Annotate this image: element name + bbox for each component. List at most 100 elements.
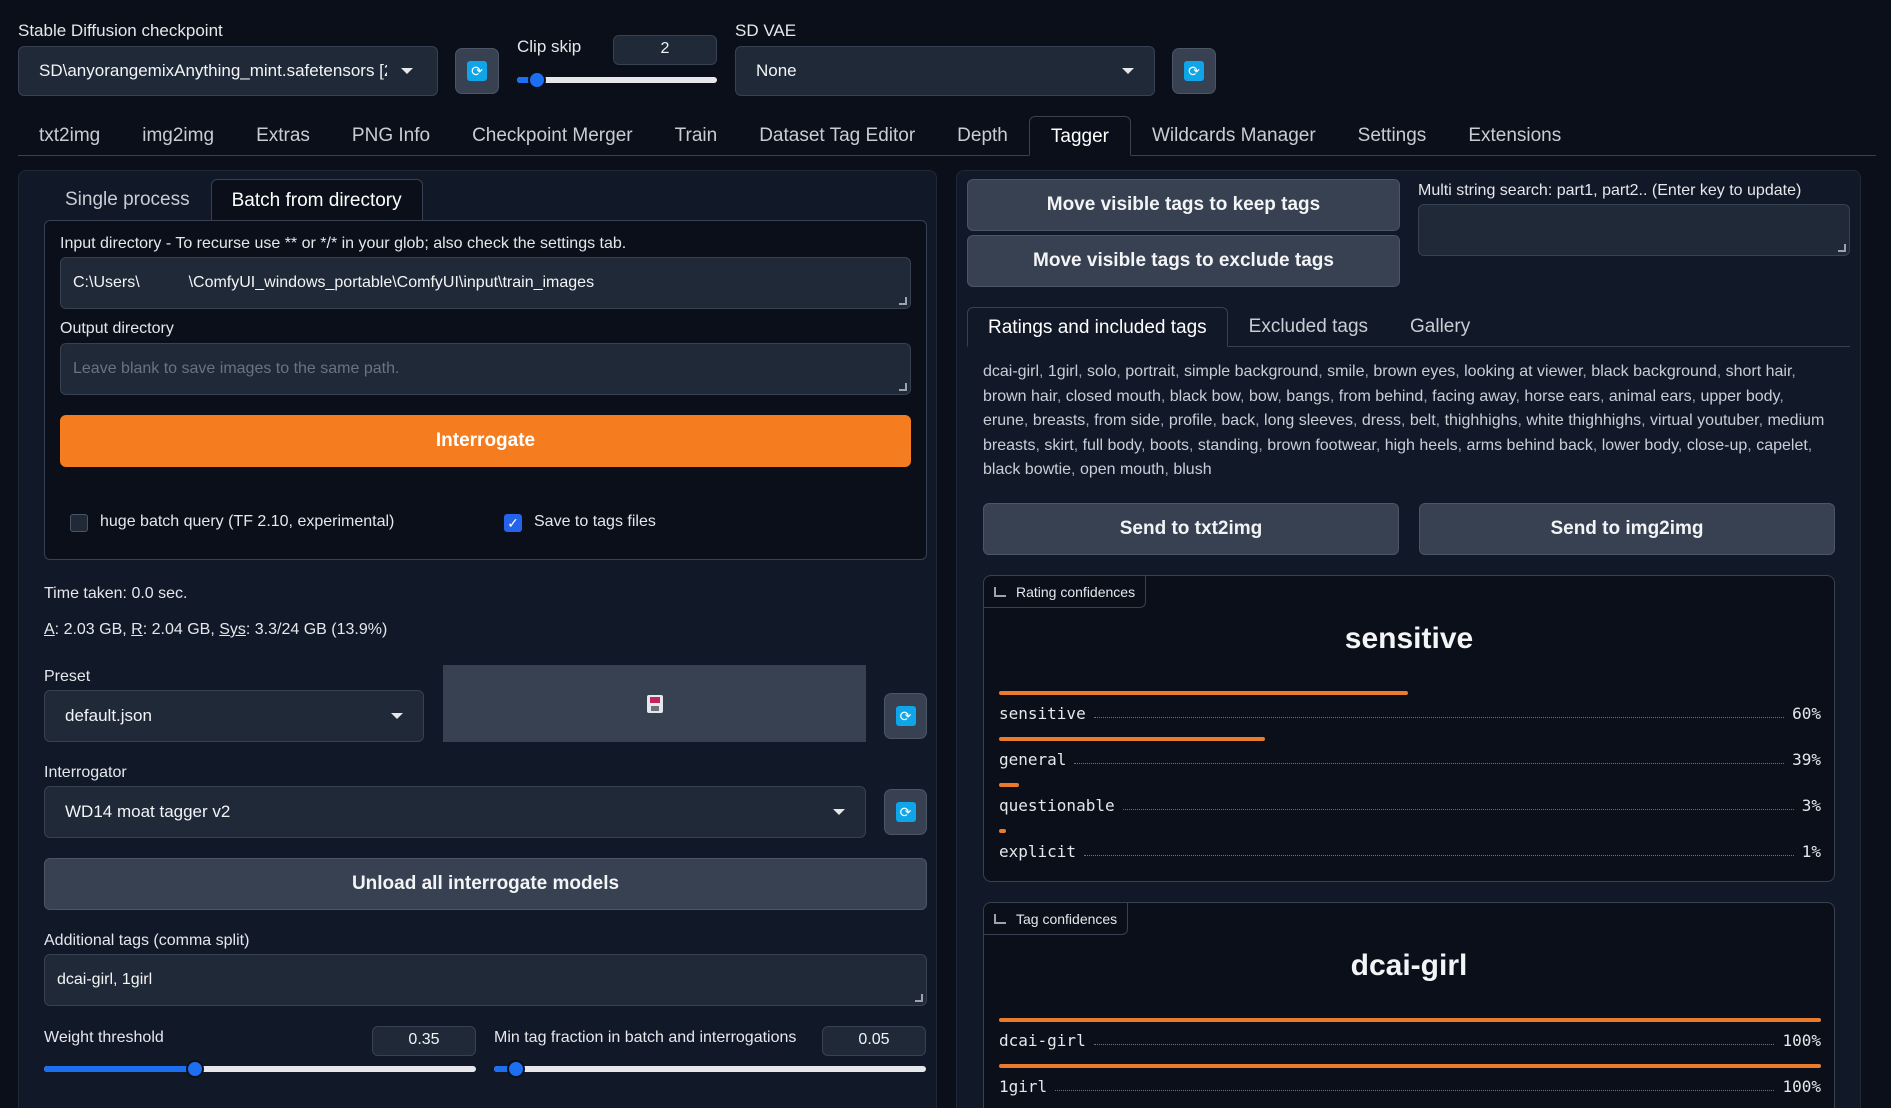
tag-item[interactable]: virtual youtuber	[1650, 412, 1759, 429]
weight-threshold-slider[interactable]	[44, 1060, 476, 1078]
tab-depth[interactable]: Depth	[936, 125, 1029, 147]
tag-item[interactable]: capelet	[1756, 437, 1808, 454]
tab-extras[interactable]: Extras	[235, 125, 331, 147]
tag-item[interactable]: black bow	[1170, 388, 1240, 405]
exclude-tags-button[interactable]: Move visible tags to exclude tags	[967, 235, 1400, 287]
tag-item[interactable]: profile	[1169, 412, 1213, 429]
tab-extensions[interactable]: Extensions	[1447, 125, 1582, 147]
tab-wildcards-manager[interactable]: Wildcards Manager	[1131, 125, 1337, 147]
save-preset-button[interactable]	[443, 665, 866, 742]
clip-skip-input[interactable]: 2	[613, 35, 717, 65]
tab-tagger[interactable]: Tagger	[1028, 116, 1131, 156]
tag-item[interactable]: brown footwear	[1267, 437, 1376, 454]
preset-refresh-button[interactable]: ⟳	[884, 693, 927, 739]
send-img2img-button[interactable]: Send to img2img	[1419, 503, 1835, 555]
input-dir-field[interactable]: C:\Users\ \ComfyUI_windows_portable\Comf…	[60, 257, 911, 309]
tag-item[interactable]: solo	[1087, 363, 1116, 380]
tag-item[interactable]: boots	[1150, 437, 1189, 454]
memory-stats: A: 2.03 GB, R: 2.04 GB, Sys: 3.3/24 GB (…	[44, 621, 387, 639]
tag-item[interactable]: 1girl	[1048, 363, 1078, 380]
tag-item[interactable]: dress	[1362, 412, 1401, 429]
checkpoint-refresh-button[interactable]: ⟳	[455, 48, 499, 94]
resize-handle-icon[interactable]	[899, 297, 907, 305]
confidence-label: dcai-girl	[999, 1031, 1086, 1050]
tag-item[interactable]: belt	[1410, 412, 1436, 429]
vae-refresh-button[interactable]: ⟳	[1172, 48, 1216, 94]
output-dir-field[interactable]: Leave blank to save images to the same p…	[60, 343, 911, 395]
subtab-excluded-tags[interactable]: Excluded tags	[1228, 307, 1389, 347]
interrogate-button[interactable]: Interrogate	[60, 415, 911, 467]
min-tag-fraction-slider[interactable]	[494, 1060, 926, 1078]
save-tags-checkbox[interactable]: ✓	[504, 514, 522, 532]
tag-item[interactable]: facing away	[1432, 388, 1515, 405]
tag-item[interactable]: upper body	[1700, 388, 1779, 405]
tag-item[interactable]: skirt	[1044, 437, 1073, 454]
tag-item[interactable]: brown eyes	[1373, 363, 1455, 380]
tag-item[interactable]: bow	[1249, 388, 1277, 405]
interrogator-refresh-button[interactable]: ⟳	[884, 789, 927, 835]
keep-tags-button[interactable]: Move visible tags to keep tags	[967, 179, 1400, 231]
tag-item[interactable]: full body	[1083, 437, 1141, 454]
tag-item[interactable]: bangs	[1286, 388, 1330, 405]
subtab-batch-from-directory[interactable]: Batch from directory	[210, 179, 423, 221]
tag-item[interactable]: erune	[983, 412, 1024, 429]
tag-item[interactable]: white thighhighs	[1526, 412, 1641, 429]
tag-item[interactable]: dcai-girl	[983, 363, 1039, 380]
preset-dropdown[interactable]: default.json	[44, 690, 424, 742]
weight-threshold-input[interactable]: 0.35	[372, 1026, 476, 1056]
tag-item[interactable]: high heels	[1385, 437, 1458, 454]
tag-item[interactable]: from behind	[1339, 388, 1424, 405]
tab-settings[interactable]: Settings	[1337, 125, 1448, 147]
tab-txt2img[interactable]: txt2img	[18, 125, 121, 147]
tag-item[interactable]: close-up	[1687, 437, 1747, 454]
resize-handle-icon[interactable]	[899, 383, 907, 391]
tag-item[interactable]: short hair	[1726, 363, 1792, 380]
tab-dataset-tag-editor[interactable]: Dataset Tag Editor	[738, 125, 936, 147]
resize-handle-icon[interactable]	[1838, 244, 1846, 252]
tag-separator: ,	[1160, 387, 1170, 405]
huge-batch-checkbox[interactable]	[70, 514, 88, 532]
tag-item[interactable]: from side	[1094, 412, 1160, 429]
tag-item[interactable]: thighhighs	[1445, 412, 1518, 429]
tag-item[interactable]: horse ears	[1524, 388, 1600, 405]
tab-train[interactable]: Train	[654, 125, 739, 147]
tag-item[interactable]: blush	[1173, 461, 1211, 478]
clip-skip-slider[interactable]	[517, 71, 717, 89]
checkpoint-dropdown[interactable]: SD\anyorangemixAnything_mint.safetensors…	[18, 46, 438, 96]
tag-item[interactable]: arms behind back	[1467, 437, 1593, 454]
tag-item[interactable]: back	[1221, 412, 1255, 429]
tag-item[interactable]: portrait	[1125, 363, 1175, 380]
tag-item[interactable]: simple background	[1184, 363, 1318, 380]
tag-item[interactable]: brown hair	[983, 388, 1057, 405]
vae-dropdown[interactable]: None	[735, 46, 1155, 96]
chevron-down-icon	[1122, 68, 1134, 74]
subtab-ratings-included[interactable]: Ratings and included tags	[967, 307, 1228, 347]
subtab-gallery[interactable]: Gallery	[1389, 307, 1491, 347]
tag-item[interactable]: black bowtie	[983, 461, 1071, 478]
tag-item[interactable]: long sleeves	[1264, 412, 1353, 429]
tag-separator: ,	[1085, 412, 1095, 429]
tab-png-info[interactable]: PNG Info	[331, 125, 451, 147]
send-txt2img-button[interactable]: Send to txt2img	[983, 503, 1399, 555]
unload-models-button[interactable]: Unload all interrogate models	[44, 858, 927, 910]
tag-item[interactable]: standing	[1198, 437, 1259, 454]
tag-item[interactable]: smile	[1327, 363, 1364, 380]
tab-checkpoint-merger[interactable]: Checkpoint Merger	[451, 125, 654, 147]
tag-item[interactable]: closed mouth	[1066, 388, 1161, 405]
additional-tags-field[interactable]: dcai-girl, 1girl	[44, 954, 927, 1006]
search-field[interactable]	[1418, 204, 1850, 256]
min-tag-fraction-input[interactable]: 0.05	[822, 1026, 926, 1056]
subtab-single-process[interactable]: Single process	[44, 179, 211, 221]
confidence-bar	[999, 829, 1006, 833]
tag-item[interactable]: black background	[1591, 363, 1716, 380]
tab-img2img[interactable]: img2img	[121, 125, 235, 147]
clip-skip-thumb[interactable]	[528, 71, 546, 89]
tag-item[interactable]: breasts	[1033, 412, 1085, 429]
tag-item[interactable]: lower body	[1602, 437, 1678, 454]
tag-item[interactable]: looking at viewer	[1464, 363, 1582, 380]
tag-item[interactable]: open mouth	[1080, 461, 1165, 478]
min-tag-fraction-thumb[interactable]	[506, 1060, 525, 1078]
resize-handle-icon[interactable]	[915, 994, 923, 1002]
interrogator-dropdown[interactable]: WD14 moat tagger v2	[44, 786, 866, 838]
tag-item[interactable]: animal ears	[1609, 388, 1692, 405]
